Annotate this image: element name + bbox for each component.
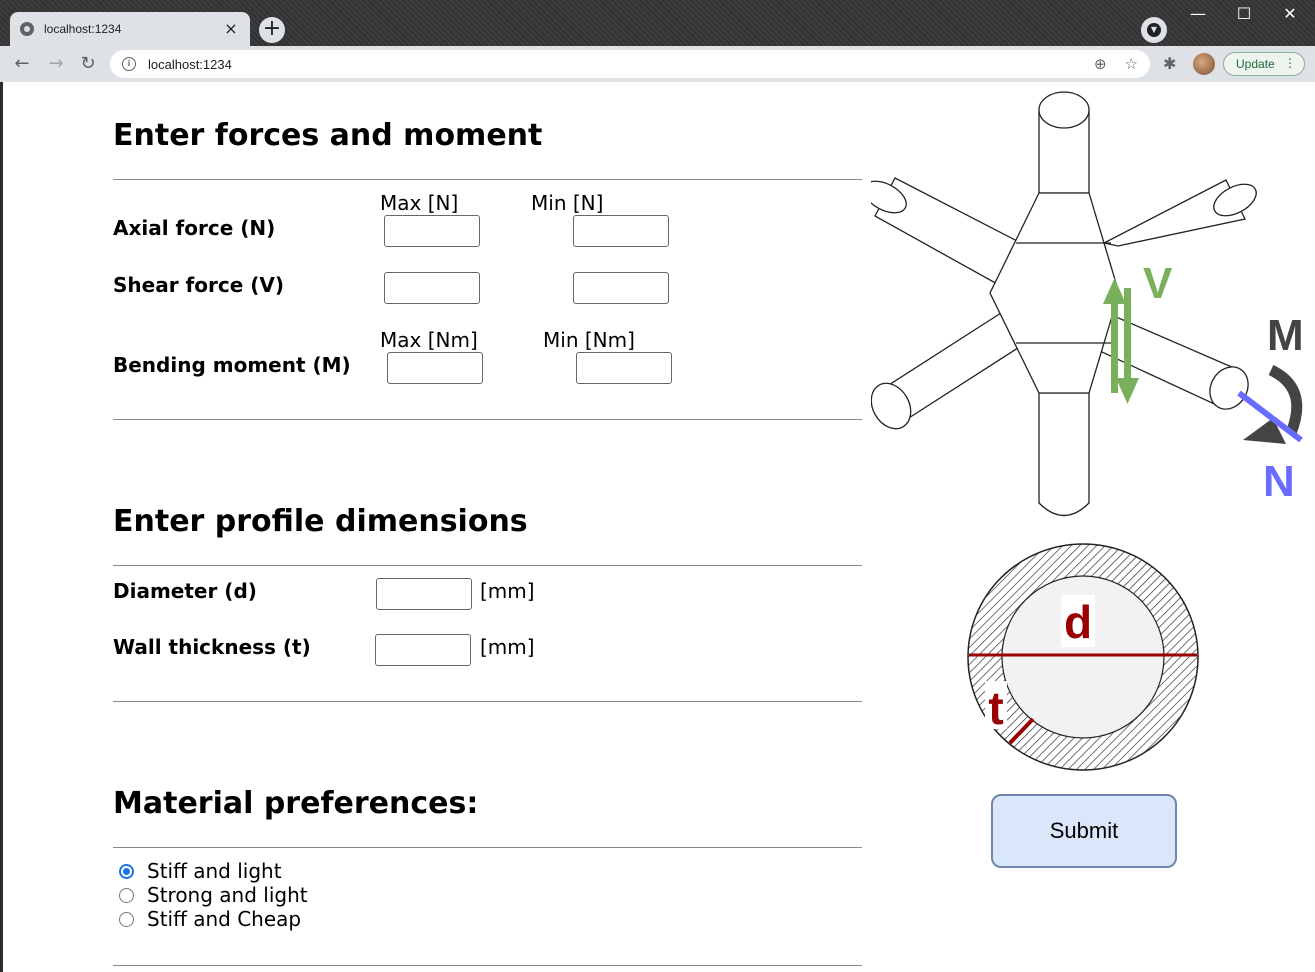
moment-m-label: M: [1267, 311, 1304, 360]
profile-heading: Enter profile dimensions: [113, 504, 528, 539]
radio-button[interactable]: [119, 863, 134, 879]
minimize-button[interactable]: —: [1175, 4, 1221, 23]
divider: [113, 179, 862, 180]
shear-force-label: Shear force (V): [113, 273, 284, 297]
material-heading: Material preferences:: [113, 786, 479, 821]
min-n-header: Min [N]: [531, 191, 604, 215]
profile-avatar[interactable]: [1193, 53, 1215, 75]
max-nm-header: Max [Nm]: [380, 328, 478, 352]
menu-dots-icon[interactable]: ⋮: [1284, 56, 1296, 70]
axial-max-input[interactable]: [384, 215, 480, 247]
max-n-header: Max [N]: [380, 191, 459, 215]
chevron-down-icon: ▼: [1147, 23, 1161, 37]
submit-button[interactable]: Submit: [991, 794, 1177, 868]
reload-button[interactable]: ↻: [76, 52, 100, 76]
update-label: Update: [1236, 57, 1275, 71]
diameter-d-label: d: [1064, 596, 1092, 648]
forward-button[interactable]: →: [44, 52, 68, 76]
bending-moment-label: Bending moment (M): [113, 353, 351, 377]
diameter-unit: [mm]: [480, 579, 535, 603]
back-button[interactable]: ←: [10, 52, 34, 76]
material-option-strong-light[interactable]: Strong and light: [119, 883, 308, 907]
browser-tab[interactable]: localhost:1234 ×: [10, 12, 250, 46]
thickness-t-label: t: [988, 682, 1003, 734]
divider: [113, 565, 862, 566]
browser-toolbar: ← → ↻ i localhost:1234 ⊕ ☆ ✱ Update ⋮: [0, 46, 1315, 82]
material-option-stiff-light[interactable]: Stiff and light: [119, 859, 282, 883]
wall-thickness-label: Wall thickness (t): [113, 635, 311, 659]
material-option-label: Strong and light: [147, 883, 308, 907]
shear-v-label: V: [1143, 259, 1173, 308]
maximize-button[interactable]: ☐: [1221, 4, 1267, 23]
page-content: Enter forces and moment Max [N] Min [N] …: [3, 82, 1315, 972]
radio-button[interactable]: [119, 887, 134, 903]
update-button[interactable]: Update ⋮: [1223, 52, 1305, 76]
axial-force-label: Axial force (N): [113, 216, 276, 240]
tube-cross-section-diagram: d t: [967, 543, 1199, 771]
shear-min-input[interactable]: [573, 272, 669, 304]
close-window-button[interactable]: ✕: [1267, 4, 1313, 23]
url-text: localhost:1234: [148, 56, 232, 72]
close-tab-icon[interactable]: ×: [222, 20, 240, 38]
address-bar[interactable]: i localhost:1234 ⊕ ☆: [110, 50, 1150, 78]
bending-min-input[interactable]: [576, 352, 672, 384]
material-option-label: Stiff and light: [147, 859, 282, 883]
axial-min-input[interactable]: [573, 215, 669, 247]
divider: [113, 419, 862, 420]
material-option-label: Stiff and Cheap: [147, 907, 302, 931]
axial-n-label: N: [1263, 457, 1295, 506]
bending-max-input[interactable]: [387, 352, 483, 384]
divider: [113, 701, 862, 702]
shear-max-input[interactable]: [384, 272, 480, 304]
globe-icon: [20, 22, 34, 36]
forces-heading: Enter forces and moment: [113, 118, 543, 153]
tab-title: localhost:1234: [44, 22, 122, 36]
info-icon[interactable]: i: [122, 57, 136, 71]
zoom-icon[interactable]: ⊕: [1094, 55, 1107, 73]
new-tab-button[interactable]: +: [259, 17, 285, 43]
bookmark-star-icon[interactable]: ☆: [1125, 55, 1138, 73]
radio-button[interactable]: [119, 911, 134, 927]
wall-thickness-unit: [mm]: [480, 635, 535, 659]
tab-strip: localhost:1234 × + ▼ — ☐ ✕: [0, 0, 1315, 46]
extensions-icon[interactable]: ✱: [1163, 54, 1176, 73]
divider: [113, 965, 862, 966]
tab-search-button[interactable]: ▼: [1141, 17, 1167, 43]
min-nm-header: Min [Nm]: [543, 328, 635, 352]
material-option-stiff-cheap[interactable]: Stiff and Cheap: [119, 907, 301, 931]
diameter-label: Diameter (d): [113, 579, 257, 603]
diameter-input[interactable]: [376, 578, 472, 610]
node-load-diagram: V M N: [871, 91, 1304, 517]
wall-thickness-input[interactable]: [375, 634, 471, 666]
divider: [113, 847, 862, 848]
